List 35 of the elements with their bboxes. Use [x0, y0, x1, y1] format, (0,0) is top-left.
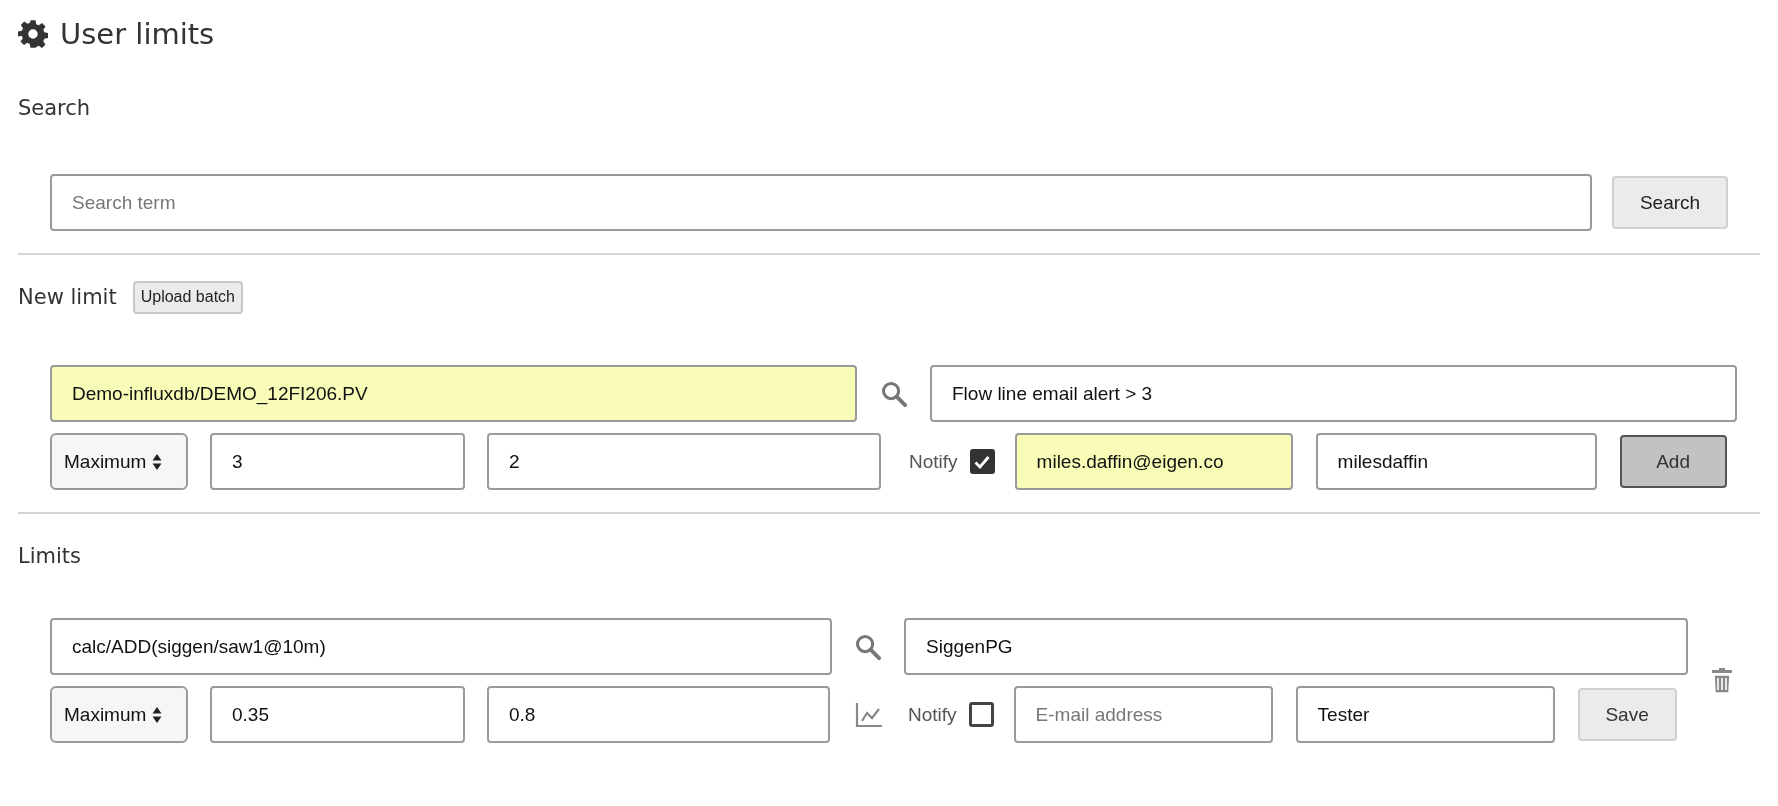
- notify-checkbox[interactable]: [968, 702, 994, 727]
- description-field[interactable]: SiggenPG: [904, 618, 1688, 675]
- section-heading: New limit: [18, 285, 117, 309]
- type-select[interactable]: Maximum: [50, 686, 188, 743]
- description-field[interactable]: Flow line email alert > 3: [930, 365, 1737, 422]
- tag-field[interactable]: Demo-influxdb/DEMO_12FI206.PV: [50, 365, 857, 422]
- search-button[interactable]: Search: [1612, 176, 1728, 229]
- email-field[interactable]: miles.daffin@eigen.co: [1014, 433, 1293, 490]
- page-title: User limits: [60, 17, 215, 51]
- limit-field[interactable]: 0.35: [210, 686, 465, 743]
- tag-field[interactable]: calc/ADD(siggen/saw1@10m): [50, 618, 832, 675]
- updown-caret-icon: [152, 705, 163, 724]
- checkmark-icon: [974, 454, 991, 469]
- search-field[interactable]: Search term: [50, 174, 1592, 231]
- search-icon[interactable]: [854, 632, 882, 661]
- updown-caret-icon: [152, 452, 163, 471]
- trash-icon[interactable]: [1711, 667, 1733, 694]
- section-heading: Search: [18, 96, 92, 122]
- search-icon[interactable]: [879, 379, 908, 408]
- limit-field[interactable]: 3: [210, 433, 465, 490]
- user-field[interactable]: milesdaffin: [1315, 433, 1597, 490]
- notify-label: Notify: [908, 703, 957, 726]
- upload-batch-button[interactable]: Upload batch: [132, 280, 243, 314]
- reset-field[interactable]: 2: [487, 433, 881, 490]
- type-select[interactable]: Maximum: [50, 433, 188, 490]
- reset-field[interactable]: 0.8: [487, 686, 830, 743]
- line-chart-icon[interactable]: [855, 701, 883, 728]
- save-button[interactable]: Save: [1577, 688, 1677, 741]
- gear-icon: [18, 19, 48, 49]
- email-field[interactable]: E-mail address: [1013, 686, 1273, 743]
- notify-checkbox[interactable]: [969, 449, 995, 474]
- add-button[interactable]: Add: [1619, 435, 1727, 488]
- user-field[interactable]: Tester: [1295, 686, 1555, 743]
- section-heading: Limits: [18, 544, 82, 570]
- notify-label: Notify: [909, 450, 958, 473]
